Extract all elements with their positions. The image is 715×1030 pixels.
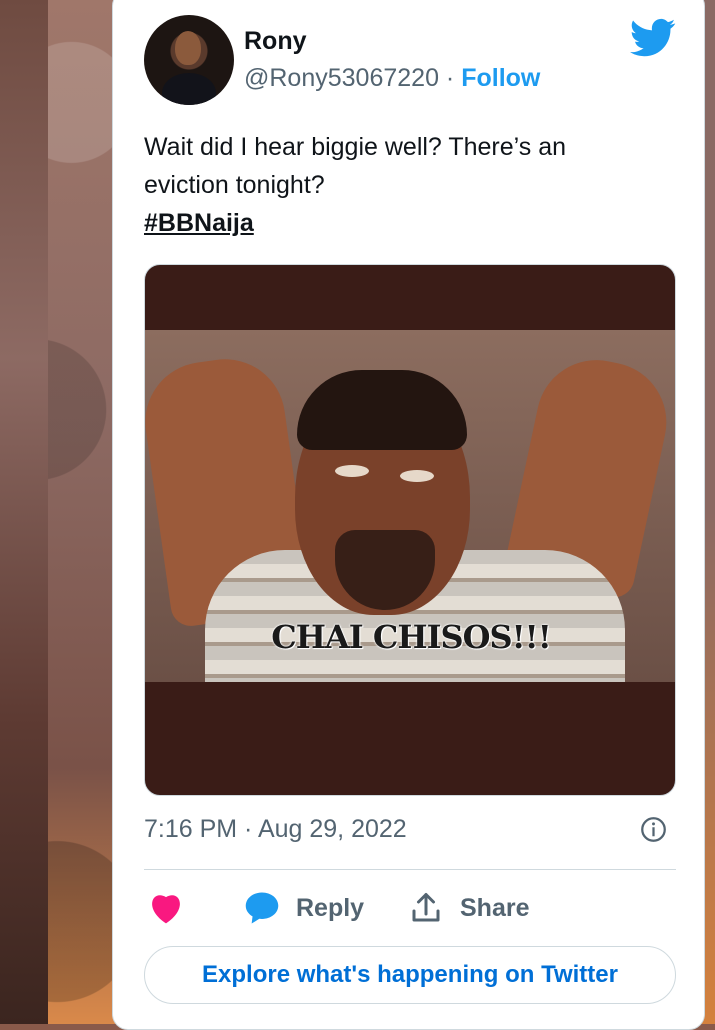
meme-caption: CHAI CHISOS!!! bbox=[271, 618, 552, 656]
share-button[interactable]: Share bbox=[408, 888, 529, 928]
reply-button[interactable]: Reply bbox=[244, 888, 364, 928]
share-label: Share bbox=[460, 893, 530, 922]
avatar[interactable] bbox=[144, 15, 234, 105]
share-icon bbox=[412, 893, 440, 922]
avatar-face bbox=[175, 31, 201, 65]
info-icon[interactable] bbox=[640, 816, 667, 843]
hashtag-link[interactable]: #BBNaija bbox=[144, 209, 254, 237]
follow-button[interactable]: Follow bbox=[461, 64, 540, 92]
tweet-media[interactable]: CHAI CHISOS!!! bbox=[144, 264, 676, 796]
like-button[interactable] bbox=[148, 888, 184, 928]
explore-twitter-button[interactable]: Explore what's happening on Twitter bbox=[144, 946, 676, 1004]
handle-separator: · bbox=[438, 64, 462, 92]
twitter-bird-icon[interactable] bbox=[630, 18, 676, 58]
tweet-text-line-2: eviction tonight? bbox=[144, 171, 325, 199]
photo-eye-right bbox=[400, 470, 434, 482]
tweet-text: Wait did I hear biggie well? There’s an … bbox=[144, 128, 664, 242]
reply-label: Reply bbox=[296, 893, 365, 922]
heart-icon bbox=[152, 895, 180, 924]
tweet-text-line-1: Wait did I hear biggie well? There’s an bbox=[144, 133, 566, 161]
reply-bubble-icon bbox=[245, 892, 279, 924]
avatar-body bbox=[162, 73, 216, 105]
divider bbox=[144, 869, 676, 870]
author-handle[interactable]: @Rony53067220 bbox=[244, 64, 439, 92]
photo-hair bbox=[297, 370, 467, 450]
tweet-actions: Reply Share bbox=[144, 888, 676, 928]
tweet-timestamp[interactable]: 7:16 PM · Aug 29, 2022 bbox=[144, 815, 407, 844]
author-handle-row: @Rony53067220 · Follow bbox=[244, 64, 540, 93]
meme-photo: CHAI CHISOS!!! bbox=[145, 330, 675, 682]
background-pattern-left bbox=[0, 0, 48, 1024]
photo-eye-left bbox=[335, 465, 369, 477]
author-name[interactable]: Rony bbox=[244, 27, 307, 56]
